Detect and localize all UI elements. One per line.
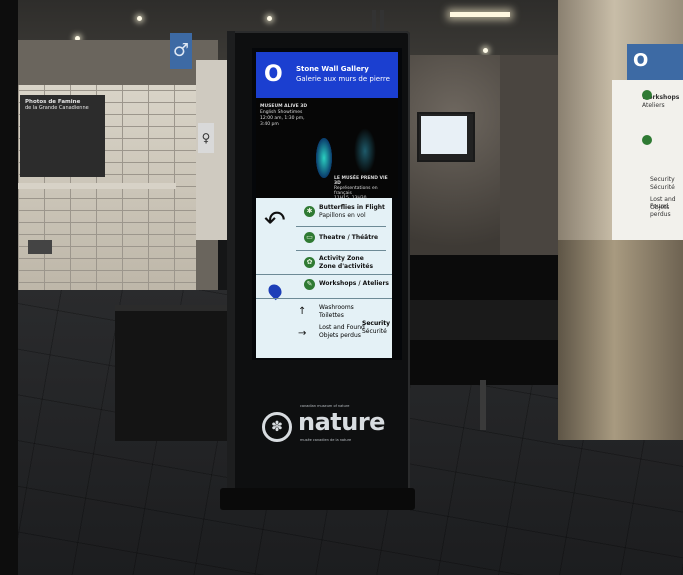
directory-item-label: Butterflies in Flight <box>319 204 385 211</box>
logo-mark-icon: ✽ <box>262 412 292 442</box>
column-sign-green-icon <box>642 90 652 100</box>
gallery-title-fr: Galerie aux murs de pierre <box>296 75 390 83</box>
theatre-icon: ▭ <box>304 232 315 243</box>
gallery-letter-icon: O <box>264 62 283 87</box>
directory-item-label: Theatre / Théâtre <box>319 234 379 241</box>
column-sign-green-icon <box>642 135 652 145</box>
stone-column-base <box>558 240 683 440</box>
workshops-icon: ✎ <box>304 279 315 290</box>
butterfly-illustration <box>316 138 332 178</box>
image-left-border <box>0 0 18 575</box>
directory-item-label: Workshops / Ateliers <box>319 280 389 287</box>
wall-screen-display <box>421 116 467 154</box>
column-sign-item: Security <box>650 176 675 183</box>
showtimes-en-times: 12:00 am, 1:30 pm, 3:40 pm <box>260 116 305 127</box>
column-sign-item: Sécurité <box>650 184 675 191</box>
column-sign-header: O <box>627 44 683 80</box>
washroom-sign-icon: ♀ <box>198 123 214 153</box>
black-bench <box>115 305 235 441</box>
sofa-leg <box>480 380 486 430</box>
wall-photo-frame: Photos de Famine de la Grande Canadienne <box>20 95 105 177</box>
directory-item-label: Activity Zone <box>319 255 364 262</box>
wall-outlet <box>28 240 52 254</box>
showtimes-fr-label: Représentations en français <box>334 186 378 196</box>
column-sign: Workshops Ateliers Security Sécurité Los… <box>612 80 683 240</box>
washrooms-en: Washrooms <box>319 304 354 311</box>
wayfinding-directory: ↶ ✱ Butterflies in Flight Papillons en v… <box>256 198 392 358</box>
divider <box>296 226 386 227</box>
leaf-illustration <box>354 128 376 174</box>
exhibit-promo: MUSEUM ALIVE 3D English Showtimes 12:00 … <box>256 98 398 201</box>
kiosk-header: O Stone Wall Gallery Galerie aux murs de… <box>256 52 398 98</box>
divider <box>256 298 392 299</box>
security-fr: Sécurité <box>362 328 387 335</box>
washroom-man-icon: ♂ <box>170 33 192 69</box>
column-sign-letter: O <box>633 50 649 71</box>
gallery-title-en: Stone Wall Gallery <box>296 65 369 73</box>
wall-shelf <box>18 183 176 189</box>
activity-zone-icon: ✿ <box>304 257 315 268</box>
logo-word: nature <box>298 408 385 436</box>
arrow-up-icon: ↑ <box>298 306 307 317</box>
showtimes-en: MUSEUM ALIVE 3D English Showtimes 12:00 … <box>260 104 315 128</box>
museum-logo: ✽ canadian museum of nature nature musée… <box>262 400 385 448</box>
u-turn-arrow-icon: ↶ <box>264 206 286 236</box>
kiosk-side <box>227 31 235 501</box>
arrow-right-icon: → <box>298 328 307 339</box>
logo-line-fr: musée canadien de la nature <box>300 438 352 442</box>
directory-item-label-fr: Papillons en vol <box>319 212 366 219</box>
sofa-seat <box>400 300 570 340</box>
photo-scene: Photos de Famine de la Grande Canadienne… <box>0 0 683 575</box>
column-sign-item: Objets perdus <box>650 204 671 218</box>
strip-light <box>450 12 510 17</box>
ceiling-light <box>137 16 142 21</box>
ceiling-light <box>267 16 272 21</box>
washrooms-fr: Toilettes <box>319 312 344 319</box>
ceiling-light <box>483 48 488 53</box>
lost-found-fr: Objets perdus <box>319 332 361 339</box>
frame-subtitle: de la Grande Canadienne <box>25 105 89 111</box>
divider <box>256 274 392 275</box>
showtimes-fr-title: LE MUSÉE PREND VIE 3D <box>334 176 388 186</box>
security-en: Security <box>362 320 391 327</box>
kiosk-base <box>220 488 415 510</box>
directory-item-label-fr: Zone d'activités <box>319 263 374 270</box>
lost-found-en: Lost and Found <box>319 324 365 331</box>
column-sign-item: Ateliers <box>642 102 665 109</box>
butterfly-icon: ✱ <box>304 206 315 217</box>
divider <box>296 250 386 251</box>
